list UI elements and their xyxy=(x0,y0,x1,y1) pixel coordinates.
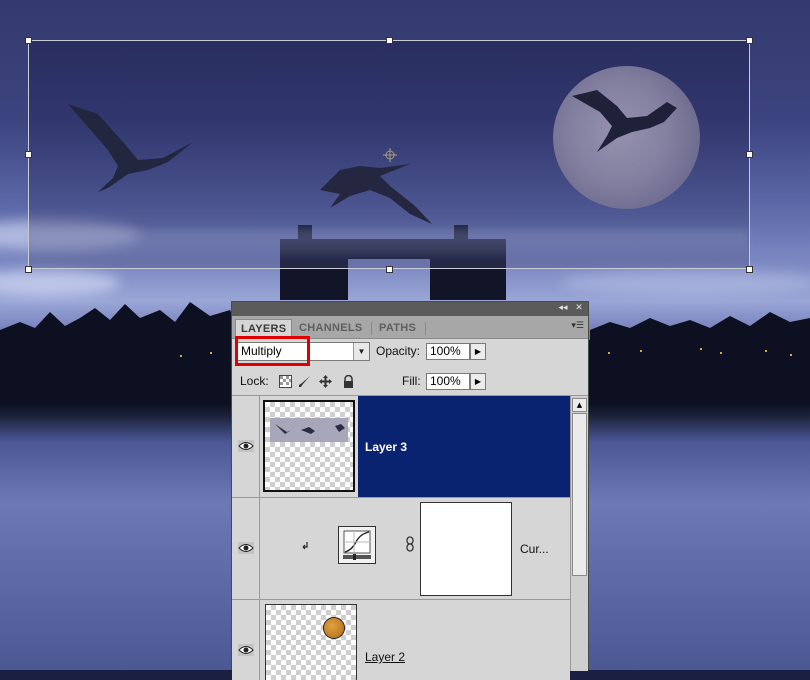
lock-transparent-pixels-icon[interactable] xyxy=(279,375,292,388)
fill-field[interactable]: 100% xyxy=(426,373,470,390)
fill-label: Fill: xyxy=(402,374,421,388)
tab-divider xyxy=(371,322,372,335)
tab-divider xyxy=(425,322,426,335)
eye-icon[interactable] xyxy=(238,440,254,452)
clipping-arrow-icon xyxy=(302,542,308,550)
crane-silhouette xyxy=(68,104,193,192)
eye-icon[interactable] xyxy=(238,542,254,554)
transform-handle-bottom-center[interactable] xyxy=(386,266,393,273)
cloud xyxy=(0,270,120,296)
lock-position-icon[interactable] xyxy=(319,375,332,388)
eye-icon[interactable] xyxy=(238,644,254,656)
crane-silhouette xyxy=(275,424,345,434)
layers-panel: ◂◂ ✕ LAYERS CHANNELS PATHS ▾☰ Multiply ▼… xyxy=(231,301,589,680)
transform-handle-top-right[interactable] xyxy=(746,37,753,44)
moon-thumbnail xyxy=(323,617,345,639)
layer-row[interactable]: Cur... xyxy=(232,498,570,600)
layer-name[interactable]: Layer 3 xyxy=(365,440,407,454)
panel-titlebar[interactable]: ◂◂ ✕ xyxy=(232,302,588,316)
opacity-slider-button[interactable]: ▶ xyxy=(470,343,486,360)
layer-thumbnail xyxy=(265,604,357,680)
lock-label: Lock: xyxy=(240,374,269,388)
visibility-cell[interactable] xyxy=(232,600,260,680)
crane-silhouette xyxy=(320,164,432,224)
layers-list: Layer 3 Cur... Layer 2 xyxy=(232,396,570,680)
opacity-field[interactable]: 100% xyxy=(426,343,470,360)
transform-handle-bottom-right[interactable] xyxy=(746,266,753,273)
transform-reference-point[interactable] xyxy=(383,148,397,162)
lock-all-icon[interactable] xyxy=(342,375,355,388)
crane-silhouette xyxy=(572,90,677,152)
highlight-box xyxy=(235,336,310,366)
transform-handle-middle-right[interactable] xyxy=(746,151,753,158)
visibility-cell[interactable] xyxy=(232,396,260,497)
layer-row[interactable]: Layer 2 xyxy=(232,600,570,680)
scroll-thumb[interactable] xyxy=(572,413,587,576)
transform-handle-top-center[interactable] xyxy=(386,37,393,44)
fill-slider-button[interactable]: ▶ xyxy=(470,373,486,390)
layers-scrollbar[interactable]: ▲ xyxy=(570,396,588,671)
layer-mask-thumbnail[interactable] xyxy=(420,502,512,596)
visibility-cell[interactable] xyxy=(232,498,260,599)
double-chevron-left-icon[interactable]: ◂◂ xyxy=(556,303,570,314)
link-icon[interactable] xyxy=(406,536,414,552)
close-icon[interactable]: ✕ xyxy=(573,303,585,314)
chevron-down-icon[interactable]: ▼ xyxy=(353,343,369,360)
layer-name[interactable]: Cur... xyxy=(520,542,549,556)
panel-menu-icon[interactable]: ▾☰ xyxy=(571,321,584,331)
layer-row[interactable]: Layer 3 xyxy=(232,396,570,498)
transform-handle-bottom-left[interactable] xyxy=(25,266,32,273)
cloud-streak xyxy=(29,241,749,255)
lock-image-pixels-icon[interactable] xyxy=(298,375,311,388)
opacity-label: Opacity: xyxy=(376,344,421,358)
layer-name[interactable]: Layer 2 xyxy=(365,650,405,664)
transform-handle-top-left[interactable] xyxy=(25,37,32,44)
tab-paths[interactable]: PATHS xyxy=(374,319,421,338)
transform-handle-middle-left[interactable] xyxy=(25,151,32,158)
scroll-up-button[interactable]: ▲ xyxy=(572,398,587,412)
curves-adjustment-icon[interactable] xyxy=(338,526,376,564)
layer-thumbnail xyxy=(263,400,355,492)
cloud xyxy=(560,270,810,294)
